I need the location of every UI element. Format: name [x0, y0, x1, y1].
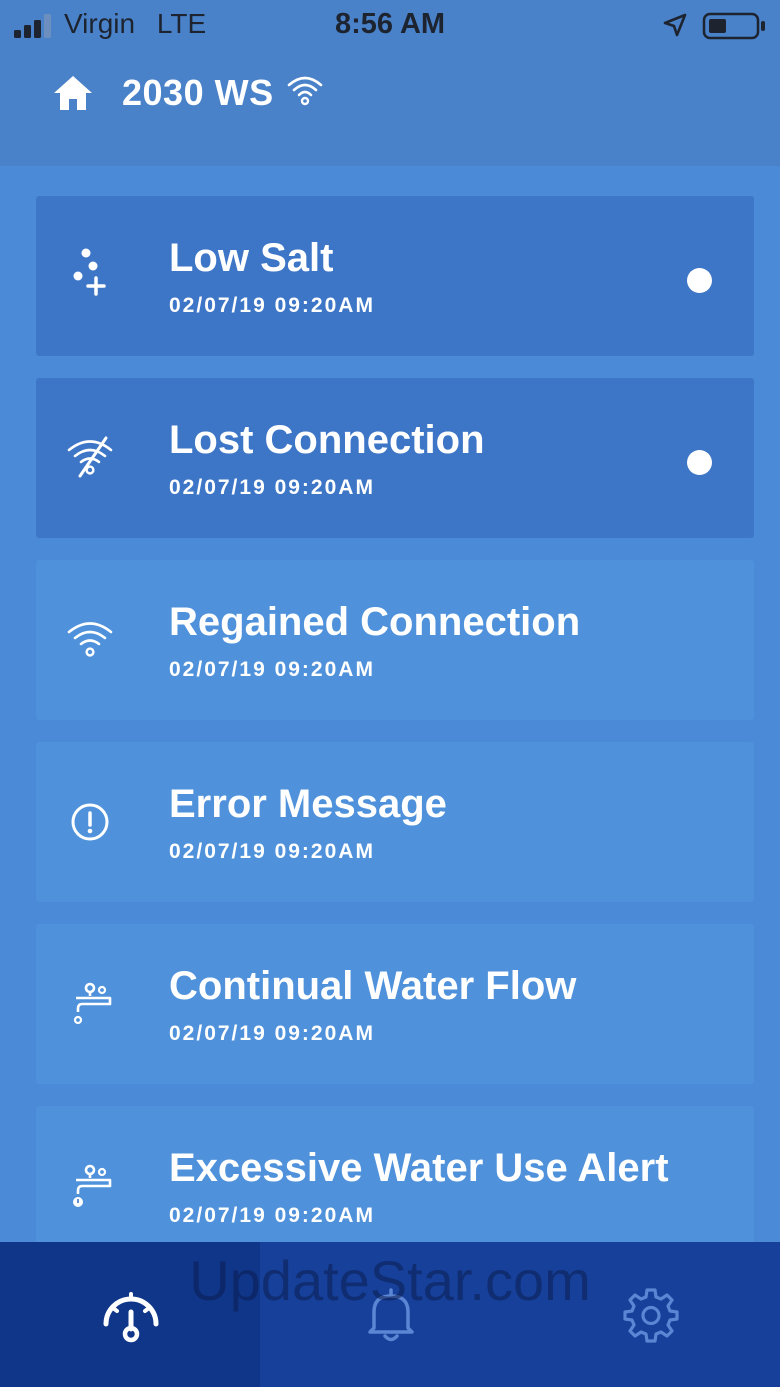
alert-item-regained-connection[interactable]: Regained Connection 02/07/19 09:20AM	[36, 560, 754, 720]
gear-icon	[623, 1288, 679, 1343]
dashboard-gauge-icon	[103, 1292, 159, 1343]
bell-icon	[368, 1288, 414, 1342]
alert-timestamp: 02/07/19 09:20AM	[169, 294, 375, 317]
alert-timestamp: 02/07/19 09:20AM	[169, 476, 375, 499]
unread-indicator	[687, 450, 712, 475]
alert-timestamp: 02/07/19 09:20AM	[169, 1204, 375, 1227]
alert-title: Excessive Water Use Alert	[169, 1146, 669, 1190]
alert-timestamp: 02/07/19 09:20AM	[169, 840, 375, 863]
alert-title: Error Message	[169, 782, 447, 826]
alert-title: Lost Connection	[169, 418, 485, 462]
home-icon[interactable]	[52, 74, 94, 112]
alert-timestamp: 02/07/19 09:20AM	[169, 1022, 375, 1045]
bottom-tab-bar	[0, 1242, 780, 1387]
unread-indicator	[687, 268, 712, 293]
location-arrow-icon	[663, 13, 687, 37]
alert-timestamp: 02/07/19 09:20AM	[169, 658, 375, 681]
wifi-off-icon	[67, 436, 113, 478]
faucet-icon	[73, 982, 112, 1025]
alert-item-continual-water-flow[interactable]: Continual Water Flow 02/07/19 09:20AM	[36, 924, 754, 1084]
app-header: 2030 WS	[0, 52, 780, 166]
faucet-alert-icon	[73, 1164, 112, 1207]
alert-item-low-salt[interactable]: Low Salt 02/07/19 09:20AM	[36, 196, 754, 356]
alert-title: Low Salt	[169, 236, 334, 280]
wifi-icon	[287, 76, 323, 106]
status-bar: Virgin LTE 8:56 AM	[0, 0, 780, 52]
alert-item-error-message[interactable]: Error Message 02/07/19 09:20AM	[36, 742, 754, 902]
alert-title: Regained Connection	[169, 600, 581, 644]
tab-dashboard[interactable]	[0, 1242, 260, 1387]
alert-item-lost-connection[interactable]: Lost Connection 02/07/19 09:20AM	[36, 378, 754, 538]
device-name: 2030 WS	[122, 72, 274, 113]
wifi-icon	[67, 622, 113, 657]
salt-icon	[73, 248, 106, 296]
tab-notifications[interactable]	[260, 1242, 520, 1387]
tab-settings[interactable]	[520, 1242, 780, 1387]
exclamation-circle-icon	[71, 803, 109, 841]
alerts-list: Low Salt 02/07/19 09:20AM Lost Connectio…	[36, 196, 754, 1288]
alert-title: Continual Water Flow	[169, 964, 577, 1008]
battery-icon	[702, 12, 765, 40]
